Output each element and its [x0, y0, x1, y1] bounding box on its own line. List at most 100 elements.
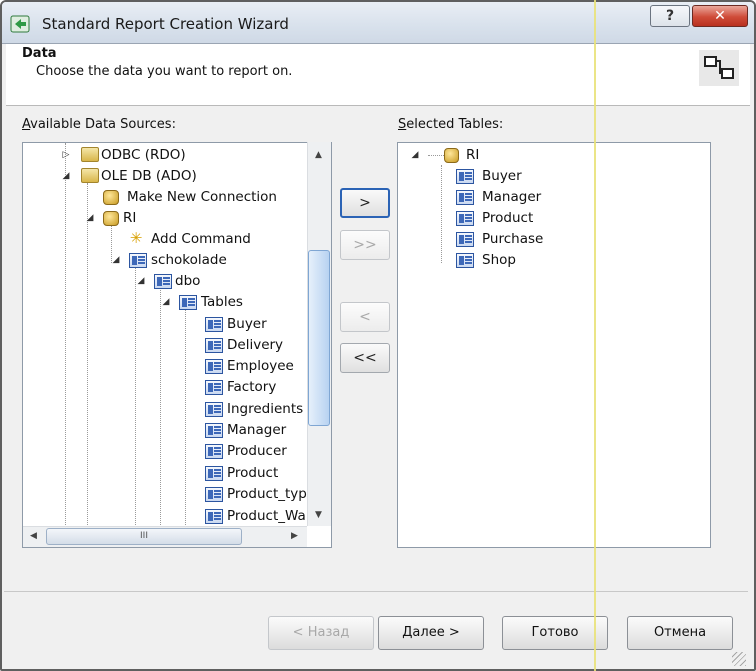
tree-item-oledb[interactable]: ◢ OLE DB (ADO) — [23, 166, 323, 186]
table-row[interactable]: Ingredients — [23, 399, 323, 419]
table-icon — [456, 211, 474, 226]
selected-tables-tree[interactable]: ◢ RI Buyer Manager Product Purchase Shop — [397, 142, 711, 548]
table-icon — [205, 444, 223, 459]
add-table-button[interactable]: > — [340, 188, 390, 218]
table-row[interactable]: Manager — [398, 187, 698, 207]
wizard-header: Data Choose the data you want to report … — [6, 44, 750, 106]
tree-item-label: ODBC (RDO) — [101, 147, 186, 163]
table-icon — [456, 190, 474, 205]
tree-item-label: Product_typ — [227, 486, 307, 502]
tree-item-add-command[interactable]: ✳ Add Command — [23, 229, 323, 249]
collapse-icon[interactable]: ◢ — [136, 276, 146, 286]
table-row[interactable]: Factory — [23, 377, 323, 397]
table-row[interactable]: Product_Wa — [23, 506, 323, 526]
tree-item-dbo[interactable]: ◢ dbo — [23, 271, 323, 291]
table-icon — [456, 253, 474, 268]
table-row[interactable]: Product_typ — [23, 484, 323, 504]
add-command-icon: ✳ — [129, 229, 143, 247]
collapse-icon[interactable]: ◢ — [161, 297, 171, 307]
tree-item-label: Product_Wa — [227, 508, 306, 524]
new-connection-icon — [103, 190, 119, 205]
database-catalog-icon — [129, 253, 147, 268]
footer-divider — [4, 591, 748, 592]
scroll-down-icon[interactable]: ▼ — [315, 510, 322, 520]
page-subtitle: Choose the data you want to report on. — [36, 64, 293, 79]
tree-item-label: Delivery — [227, 337, 284, 353]
available-sources-tree[interactable]: ▷ ODBC (RDO) ◢ OLE DB (ADO) Make New Con… — [22, 142, 332, 548]
available-sources-label: Available Data Sources: — [22, 117, 176, 132]
table-row[interactable]: Product — [23, 463, 323, 483]
tree-item-label: Product — [227, 465, 279, 481]
table-icon — [205, 423, 223, 438]
table-row[interactable]: Producer — [23, 441, 323, 461]
table-icon — [205, 380, 223, 395]
finish-button[interactable]: Готово — [502, 616, 608, 650]
table-row[interactable]: Shop — [398, 250, 698, 270]
tree-item-schokolade[interactable]: ◢ schokolade — [23, 250, 323, 270]
wizard-app-icon — [10, 15, 30, 33]
resize-grip-icon[interactable] — [732, 652, 746, 666]
back-button[interactable]: < Назад — [268, 616, 374, 650]
table-row[interactable]: Employee — [23, 356, 323, 376]
collapse-icon[interactable]: ◢ — [410, 150, 420, 160]
table-icon — [205, 402, 223, 417]
scroll-up-icon[interactable]: ▲ — [315, 150, 322, 160]
help-button[interactable]: ? — [650, 5, 690, 27]
folder-icon — [81, 168, 99, 183]
tables-folder-icon — [179, 295, 197, 310]
close-button[interactable]: ✕ — [692, 5, 748, 27]
tree-item-ri[interactable]: ◢ RI — [398, 145, 698, 165]
tree-item-label: dbo — [175, 273, 201, 289]
scroll-right-icon[interactable]: ▶ — [291, 531, 298, 541]
tree-item-label: schokolade — [151, 252, 227, 268]
scroll-left-icon[interactable]: ◀ — [30, 531, 37, 541]
cancel-button[interactable]: Отмена — [627, 616, 733, 650]
selected-tables-label: Selected Tables: — [398, 117, 504, 132]
schema-icon — [154, 274, 172, 289]
tree-item-ri[interactable]: ◢ RI — [23, 208, 323, 228]
database-icon — [103, 211, 119, 226]
table-row[interactable]: Buyer — [398, 166, 698, 186]
table-icon — [456, 232, 474, 247]
tree-item-label: Manager — [227, 422, 287, 438]
expand-icon[interactable]: ▷ — [61, 150, 71, 160]
window-title: Standard Report Creation Wizard — [42, 15, 289, 33]
tree-item-tables[interactable]: ◢ Tables — [23, 292, 323, 312]
table-row[interactable]: Product — [398, 208, 698, 228]
add-all-tables-button[interactable]: >> — [340, 230, 390, 260]
page-title: Data — [22, 46, 57, 61]
folder-icon — [81, 147, 99, 162]
table-row[interactable]: Buyer — [23, 314, 323, 334]
tree-item-label: Tables — [201, 294, 243, 310]
database-icon — [444, 148, 459, 163]
tree-item-label: Shop — [482, 252, 516, 268]
table-row[interactable]: Manager — [23, 420, 323, 440]
tree-item-label: Purchase — [482, 231, 544, 247]
tree-item-label: Manager — [482, 189, 542, 205]
remove-all-tables-button[interactable]: << — [340, 343, 390, 373]
tree-item-make-new-connection[interactable]: Make New Connection — [23, 187, 323, 207]
tree-item-label: Product — [482, 210, 534, 226]
tree-item-odbc[interactable]: ▷ ODBC (RDO) — [23, 145, 323, 165]
tree-item-label: Make New Connection — [127, 189, 277, 205]
table-row[interactable]: Purchase — [398, 229, 698, 249]
next-button[interactable]: Далее > — [378, 616, 484, 650]
tree-item-label: Buyer — [482, 168, 522, 184]
tree-item-label: Factory — [227, 379, 277, 395]
collapse-icon[interactable]: ◢ — [85, 213, 95, 223]
table-icon — [205, 359, 223, 374]
tree-item-label: Add Command — [151, 231, 251, 247]
collapse-icon[interactable]: ◢ — [61, 171, 71, 181]
table-icon — [205, 338, 223, 353]
table-icon — [205, 509, 223, 524]
vertical-scroll-thumb[interactable] — [308, 250, 330, 426]
table-row[interactable]: Delivery — [23, 335, 323, 355]
tree-item-label: RI — [123, 210, 137, 226]
tree-item-label: Buyer — [227, 316, 267, 332]
horizontal-scroll-thumb[interactable]: III — [46, 528, 242, 545]
tree-item-label: RI — [466, 147, 480, 163]
tree-item-label: Ingredients — [227, 401, 304, 417]
collapse-icon[interactable]: ◢ — [111, 255, 121, 265]
data-link-icon — [699, 50, 739, 86]
remove-table-button[interactable]: < — [340, 302, 390, 332]
